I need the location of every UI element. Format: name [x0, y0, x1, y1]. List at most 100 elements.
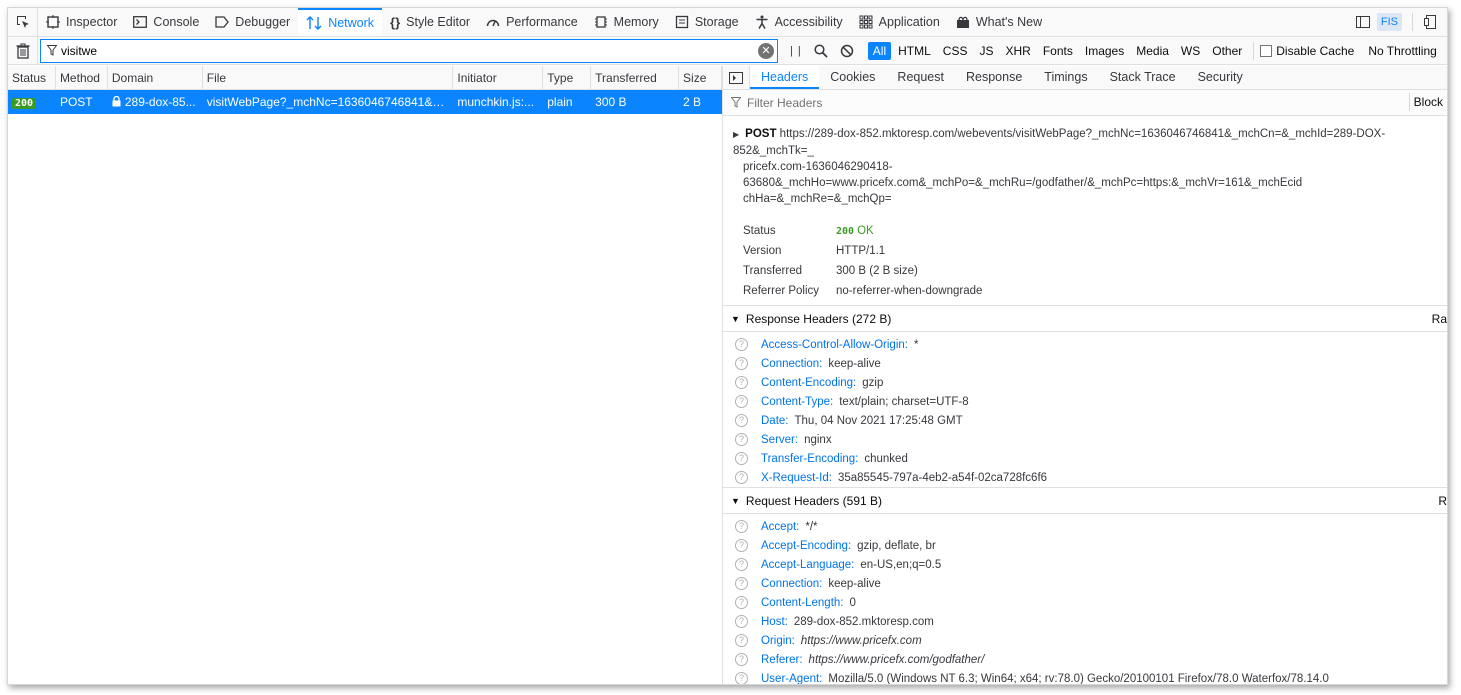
column-header-type[interactable]: Type — [543, 66, 592, 89]
header-value: keep-alive — [828, 577, 881, 590]
raw-toggle[interactable]: Ra — [1432, 312, 1447, 326]
filter-other-button[interactable]: Other — [1207, 42, 1247, 60]
clear-filter-button[interactable]: ✕ — [758, 42, 774, 59]
header-value: keep-alive — [828, 357, 881, 370]
help-icon[interactable]: ? — [735, 471, 748, 484]
help-icon[interactable]: ? — [735, 596, 748, 609]
header-name: Date: — [761, 414, 789, 427]
help-icon[interactable]: ? — [735, 634, 748, 647]
tab-debugger[interactable]: Debugger — [207, 8, 298, 36]
summary-table: Status 200 OK Version HTTP/1.1 Transferre… — [723, 207, 1447, 301]
filter-css-button[interactable]: CSS — [938, 42, 973, 60]
help-icon[interactable]: ? — [735, 433, 748, 446]
header-row: ? User-Agent: Mozilla/5.0 (Windows NT 6.3;… — [723, 669, 1447, 684]
help-icon[interactable]: ? — [735, 615, 748, 628]
dock-side-icon[interactable] — [1355, 14, 1371, 30]
tab-stack-trace[interactable]: Stack Trace — [1099, 66, 1187, 89]
filter-fonts-button[interactable]: Fonts — [1038, 42, 1078, 60]
details-tabbar: Headers Cookies Request Response Timings Stac… — [723, 66, 1447, 90]
help-icon[interactable]: ? — [735, 520, 748, 533]
disable-cache-checkbox[interactable]: Disable Cache — [1260, 44, 1354, 58]
section-title: Request Headers (591 B) — [745, 493, 882, 508]
column-header-initiator[interactable]: Initiator — [453, 66, 544, 89]
undock-icon[interactable] — [1423, 14, 1439, 30]
toggle-sidebar-button[interactable] — [723, 66, 750, 89]
header-row: ? Origin: https://www.pricefx.com — [723, 631, 1447, 650]
application-icon — [859, 15, 873, 29]
tab-memory[interactable]: Memory — [586, 8, 667, 36]
filter-urls-box: ✕ — [40, 38, 778, 63]
filter-media-button[interactable]: Media — [1131, 42, 1174, 60]
filter-headers-input[interactable]: Filter Headers — [747, 96, 822, 110]
expand-arrow-icon[interactable]: ▶ — [733, 130, 739, 139]
memory-icon — [594, 15, 608, 29]
tab-headers[interactable]: Headers — [750, 66, 820, 89]
column-header-status[interactable]: Status — [8, 66, 56, 89]
header-name: Origin: — [761, 634, 795, 647]
header-row: ? Date: Thu, 04 Nov 2021 17:25:48 GMT — [723, 411, 1447, 430]
header-name: User-Agent: — [761, 672, 823, 685]
requests-panel: Status Method Domain File Initiator Type Trans… — [8, 66, 723, 684]
tab-cookies[interactable]: Cookies — [819, 66, 886, 89]
help-icon[interactable]: ? — [735, 357, 748, 370]
filter-urls-input[interactable] — [61, 43, 721, 58]
column-header-size[interactable]: Size — [679, 66, 722, 89]
tab-response[interactable]: Response — [955, 66, 1033, 89]
help-icon[interactable]: ? — [735, 672, 748, 684]
filter-ws-button[interactable]: WS — [1176, 42, 1205, 60]
throttling-select[interactable]: No Throttling — [1368, 44, 1436, 58]
tab-what-s-new[interactable]: What's New — [948, 8, 1050, 36]
tab-inspector[interactable]: Inspector — [38, 8, 125, 36]
help-icon[interactable]: ? — [735, 414, 748, 427]
header-value: Mozilla/5.0 (Windows NT 6.3; Win64; x64;… — [828, 672, 1329, 685]
clear-requests-button[interactable] — [8, 37, 38, 64]
tab-request[interactable]: Request — [886, 66, 955, 89]
tab-application[interactable]: Application — [851, 8, 948, 36]
filter-js-button[interactable]: JS — [974, 42, 998, 60]
tab-console[interactable]: Console — [125, 8, 207, 36]
filter-all-button[interactable]: All — [867, 41, 892, 60]
header-name: Connection: — [761, 357, 823, 370]
filter-images-button[interactable]: Images — [1080, 42, 1129, 60]
column-header-file[interactable]: File — [203, 66, 454, 89]
tab-storage[interactable]: Storage — [667, 8, 747, 36]
tab-security[interactable]: Security — [1187, 66, 1254, 89]
section-title: Response Headers (272 B) — [745, 311, 892, 326]
block-urls-icon[interactable] — [840, 44, 854, 58]
tab-network[interactable]: Network — [298, 8, 383, 36]
help-icon[interactable]: ? — [735, 376, 748, 389]
url-line: chHa=&_mchRe=&_mchQp= — [743, 193, 892, 205]
tab-timings[interactable]: Timings — [1033, 66, 1098, 89]
checkbox-box[interactable] — [1260, 44, 1273, 57]
help-icon[interactable]: ? — [735, 653, 748, 666]
table-row[interactable]: 200 POST 289-dox-85... visitWebPage?_mchNc=… — [8, 90, 722, 114]
header-name: Access-Control-Allow-Origin: — [761, 338, 908, 351]
help-icon[interactable]: ? — [735, 539, 748, 552]
element-picker-button[interactable] — [8, 8, 38, 36]
column-header-method[interactable]: Method — [56, 66, 108, 89]
response-headers-toggle[interactable]: ▼ Response Headers (272 B) Ra — [723, 306, 1447, 332]
help-icon[interactable]: ? — [735, 338, 748, 351]
network-toolbar: ✕ | | AllHTMLCSSJSXHRFontsImagesMediaWSO… — [8, 37, 1447, 65]
tab-accessibility[interactable]: Accessibility — [747, 8, 851, 36]
fis-button[interactable]: FIS — [1376, 13, 1402, 31]
filter-xhr-button[interactable]: XHR — [1001, 42, 1036, 60]
pause-icon[interactable]: | | — [790, 45, 802, 57]
help-icon[interactable]: ? — [735, 558, 748, 571]
filter-html-button[interactable]: HTML — [893, 42, 936, 60]
tab-style-editor[interactable]: {} Style Editor — [382, 8, 478, 36]
block-button[interactable]: Block — [1408, 93, 1447, 111]
request-headers-toggle[interactable]: ▼ Request Headers (591 B) R — [723, 488, 1447, 514]
header-name: Content-Type: — [761, 395, 834, 408]
tab-performance[interactable]: Performance — [478, 8, 586, 36]
tab-label: Performance — [506, 15, 578, 29]
help-icon[interactable]: ? — [735, 452, 748, 465]
search-icon[interactable] — [814, 43, 828, 58]
column-header-domain[interactable]: Domain — [108, 66, 203, 89]
help-icon[interactable]: ? — [735, 395, 748, 408]
tab-label: Style Editor — [406, 15, 471, 29]
raw-toggle[interactable]: R — [1438, 494, 1447, 508]
header-value: 289-dox-852.mktoresp.com — [793, 615, 934, 628]
column-header-transferred[interactable]: Transferred — [591, 66, 680, 89]
help-icon[interactable]: ? — [735, 577, 748, 590]
